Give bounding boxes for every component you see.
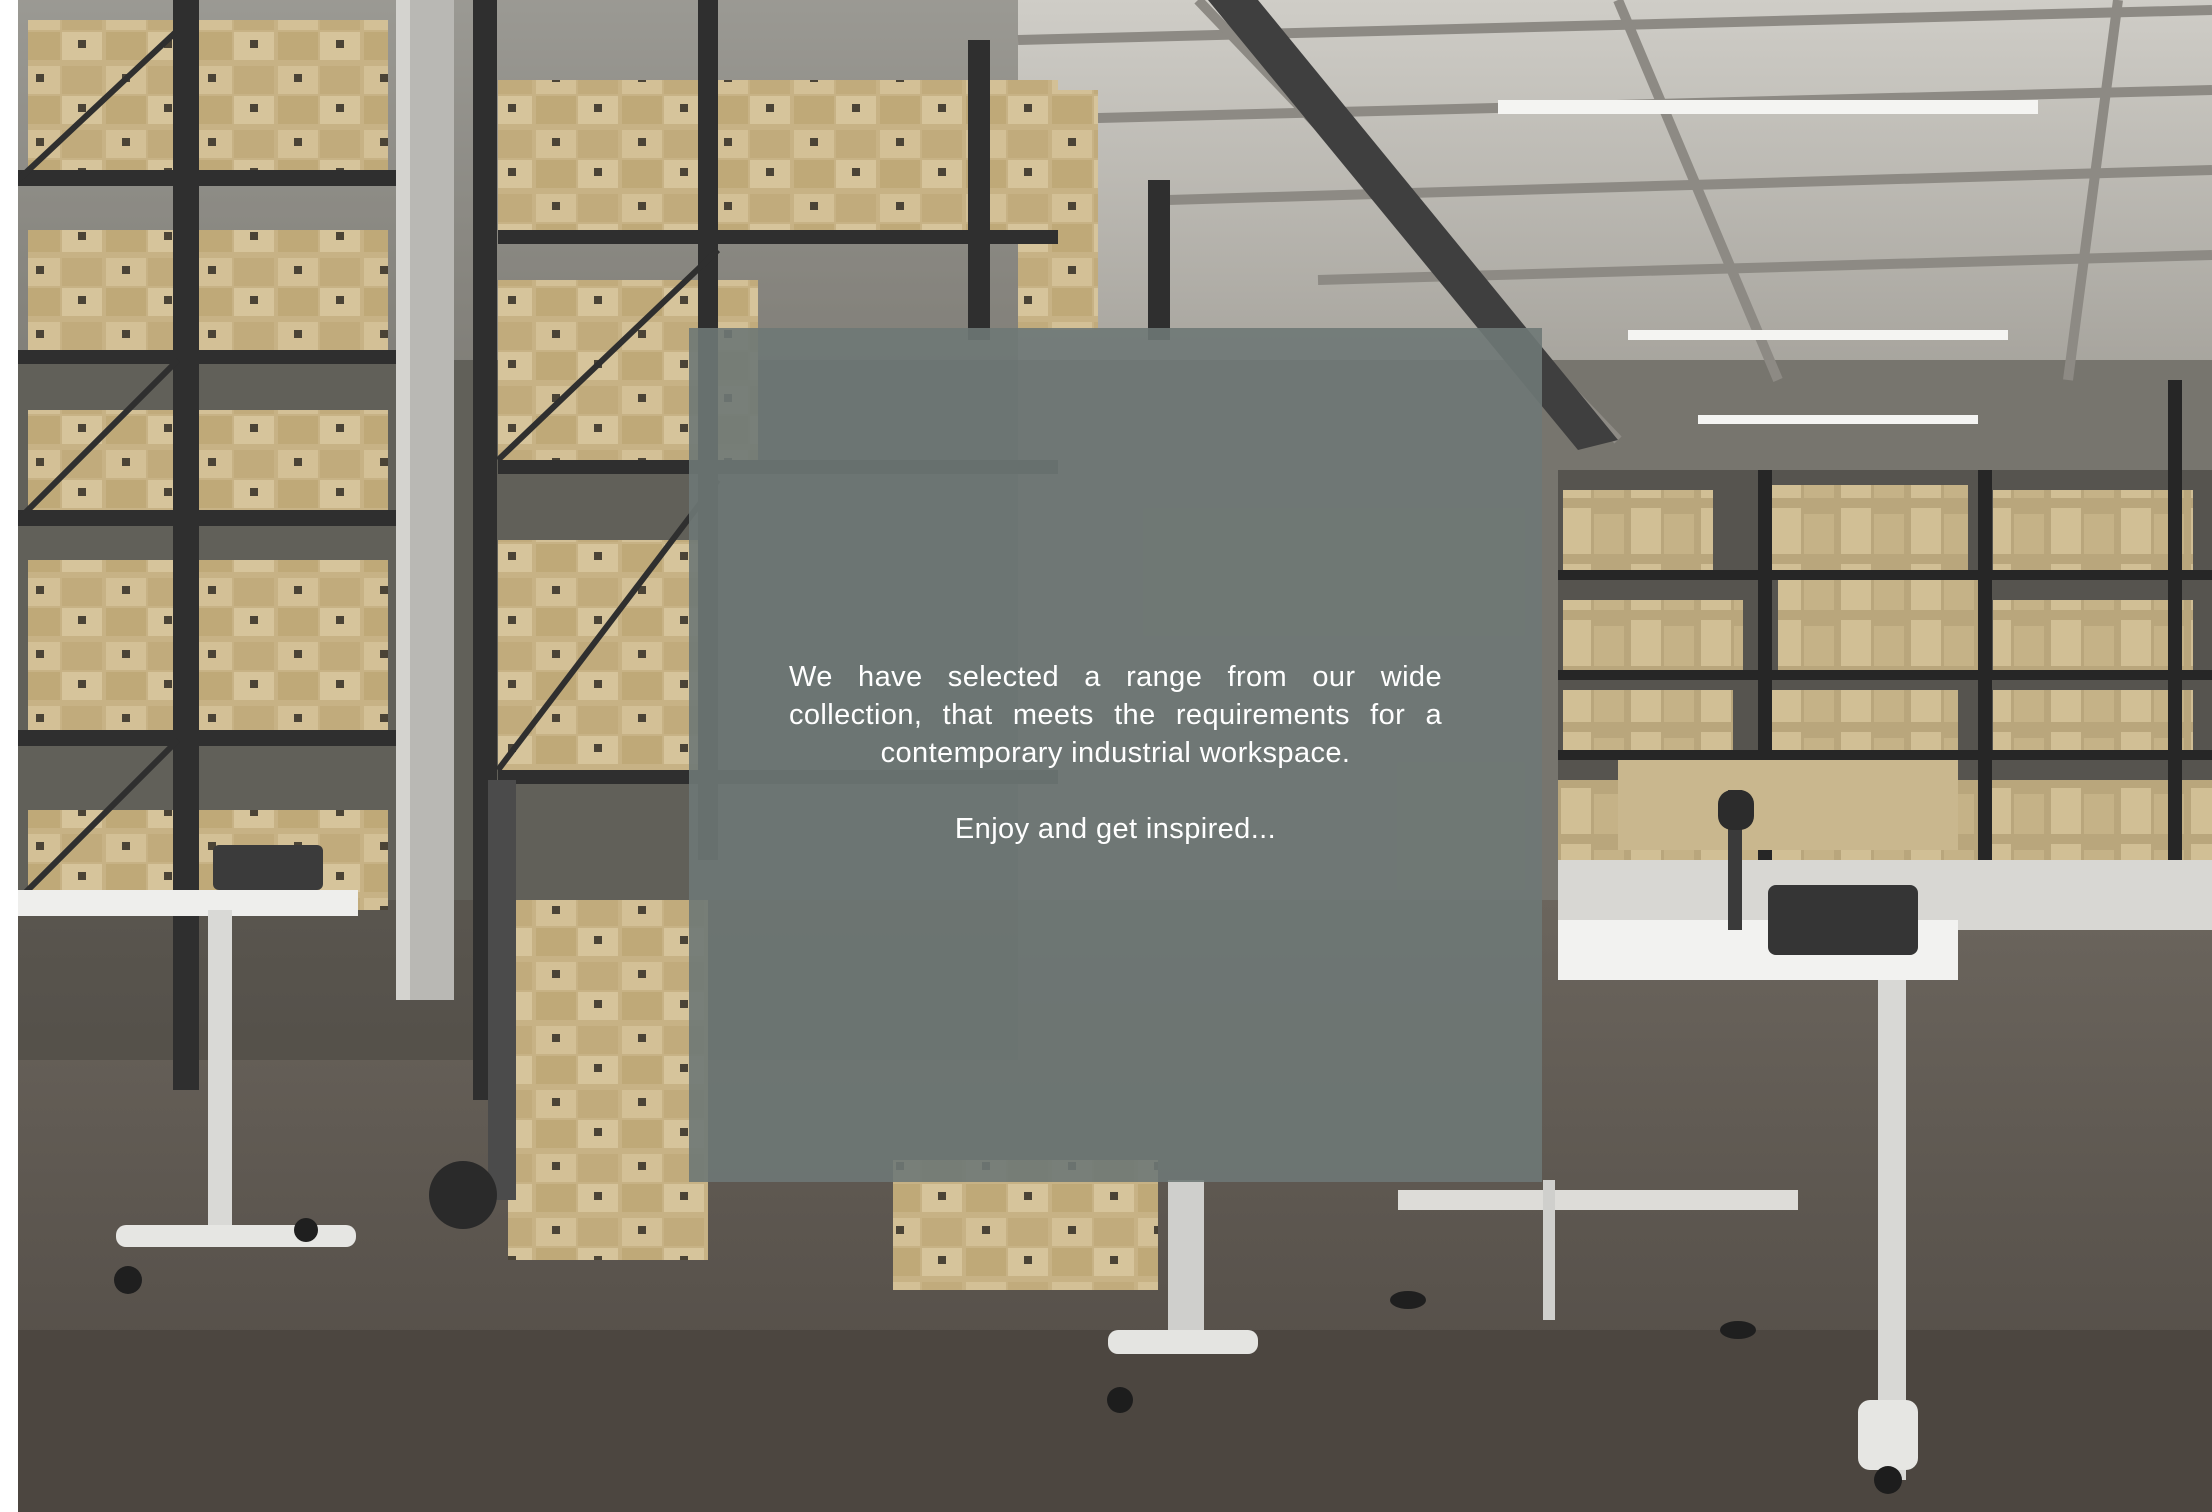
intro-text-block: We have selected a range from our wide c… — [789, 658, 1442, 848]
intro-body-text: We have selected a range from our wide c… — [789, 661, 1442, 769]
page: We have selected a range from our wide c… — [0, 0, 2212, 1512]
intro-overlay-panel: We have selected a range from our wide c… — [689, 328, 1542, 1182]
intro-cta-text: Enjoy and get inspired... — [954, 813, 1277, 845]
